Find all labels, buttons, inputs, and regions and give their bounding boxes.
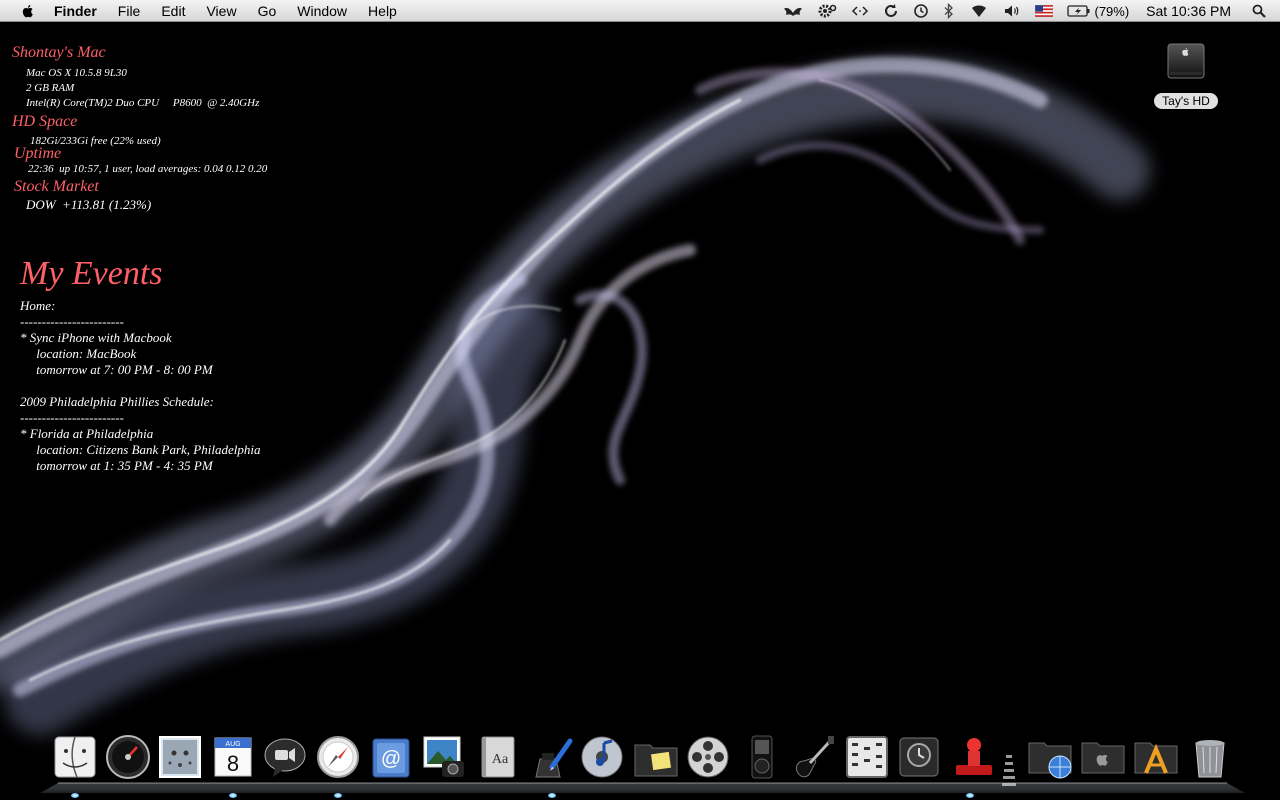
event-line: location: MacBook (20, 346, 137, 361)
stock-heading: Stock Market (14, 178, 99, 195)
finder-icon[interactable] (51, 733, 99, 781)
network-folder-icon[interactable] (1026, 733, 1074, 781)
time-machine-icon[interactable] (895, 733, 943, 781)
event-line: tomorrow at 1: 35 PM - 4: 35 PM (20, 458, 213, 473)
svg-text:Aa: Aa (492, 752, 509, 767)
svg-text:8: 8 (227, 751, 239, 776)
dvd-player-icon[interactable] (684, 733, 732, 781)
bluetooth-icon[interactable] (943, 0, 955, 22)
applications-folder-icon[interactable] (1132, 733, 1180, 781)
apple-menu-icon[interactable] (20, 3, 36, 19)
ipod-icon[interactable] (738, 733, 786, 781)
dashboard-icon[interactable] (104, 733, 152, 781)
menu-go[interactable]: Go (258, 3, 277, 19)
stock-section: Stock Market (14, 178, 99, 196)
event-line: Home: (20, 298, 56, 313)
stamp-app-icon[interactable] (950, 733, 998, 781)
battery-icon[interactable]: (79%) (1067, 0, 1129, 22)
hd-space-heading: HD Space (12, 113, 78, 130)
clock-seconds: 47 (1149, 684, 1165, 698)
menu-bar: Finder File Edit View Go Window Help (79… (0, 0, 1280, 22)
stock-value-box: DOW +113.81 (1.23%) (26, 197, 151, 213)
menu-file[interactable]: File (118, 3, 141, 19)
menu-window[interactable]: Window (297, 3, 347, 19)
event-line: * Sync iPhone with Macbook (20, 330, 172, 345)
apple-folder-icon[interactable] (1079, 733, 1127, 781)
clock-weather: Cloudy, 73 F (1051, 707, 1191, 732)
event-line: tomorrow at 7: 00 PM - 8: 00 PM (20, 362, 213, 377)
mail-icon[interactable]: @ (367, 733, 415, 781)
clock-weekday: Saturday (1044, 604, 1146, 629)
svg-text:@: @ (381, 748, 401, 770)
running-indicator-finder (71, 793, 79, 798)
running-indicator-safari (334, 793, 342, 798)
os-version: Mac OS X 10.5.8 9L30 (26, 67, 127, 79)
desktop-drive[interactable]: Tay's HD (1150, 40, 1222, 110)
menu-view[interactable]: View (206, 3, 236, 19)
menu-help[interactable]: Help (368, 3, 397, 19)
event-line: ------------------------ (20, 314, 124, 329)
drive-label[interactable]: Tay's HD (1154, 93, 1218, 109)
safari-icon[interactable] (314, 733, 362, 781)
dock-separator (1002, 755, 1016, 786)
event-line: * Florida at Philadelphia (20, 426, 154, 441)
us-flag-icon[interactable] (1035, 0, 1054, 22)
code-brackets-icon[interactable] (851, 0, 869, 22)
menu-finder[interactable]: Finder (54, 3, 97, 19)
stickies-folder-icon[interactable] (632, 733, 680, 781)
event-line (20, 378, 290, 394)
event-line: ------------------------ (20, 410, 124, 425)
clock-heading: Today Is (1008, 548, 1181, 596)
system-info-panel: Shontay's Mac (12, 44, 106, 62)
battery-percent: (79%) (1094, 3, 1130, 19)
clock-ampm: PM (1143, 660, 1177, 684)
system-specs: Mac OS X 10.5.8 9L30 2 GB RAM Intel(R) C… (26, 65, 259, 111)
running-indicator-ical (229, 793, 237, 798)
gear-icon[interactable] (817, 0, 837, 22)
bat-icon[interactable] (783, 0, 803, 22)
sync-icon[interactable] (883, 0, 899, 22)
uptime-value: 22:36 up 10:57, 1 user, load averages: 0… (28, 163, 268, 175)
ical-icon[interactable]: AUG 8 (209, 733, 257, 781)
events-panel: My Events Home: ------------------------… (20, 255, 290, 474)
event-line: 2009 Philadelphia Phillies Schedule: (20, 394, 214, 409)
iphoto-icon[interactable] (420, 733, 468, 781)
ram-info: 2 GB RAM (26, 82, 75, 94)
system-preferences-icon[interactable] (843, 733, 891, 781)
script-editor-icon[interactable] (526, 733, 574, 781)
clock-time: 10:36 (1020, 660, 1139, 708)
clock-month: August (1058, 633, 1137, 658)
itunes-icon[interactable] (578, 733, 626, 781)
leopard-photo-icon[interactable] (156, 733, 204, 781)
time-machine-icon[interactable] (913, 0, 929, 22)
uptime-value-box: 22:36 up 10:57, 1 user, load averages: 0… (28, 161, 267, 177)
menubar-clock[interactable]: Sat 10:36 PM (1146, 0, 1231, 22)
event-line: location: Citizens Bank Park, Philadelph… (20, 442, 261, 457)
computer-name: Shontay's Mac (12, 44, 106, 61)
hd-space-section: HD Space (12, 113, 77, 131)
garageband-icon[interactable] (790, 733, 838, 781)
ichat-icon[interactable] (261, 733, 309, 781)
spotlight-search-icon[interactable] (1252, 0, 1266, 22)
running-indicator-stamp (966, 793, 974, 798)
volume-icon[interactable] (1003, 0, 1021, 22)
clock-day: 08 (1154, 596, 1223, 659)
trash-icon[interactable] (1186, 733, 1234, 781)
cpu-info: Intel(R) Core(TM)2 Duo CPU P8600 @ 2.40G… (26, 97, 260, 109)
stock-value: DOW +113.81 (1.23%) (26, 197, 152, 212)
menu-edit[interactable]: Edit (161, 3, 185, 19)
hard-drive-icon[interactable] (1166, 40, 1206, 82)
events-title: My Events (20, 255, 163, 292)
running-indicator-script-editor (548, 793, 556, 798)
svg-text:AUG: AUG (225, 741, 240, 748)
wifi-icon[interactable] (969, 0, 989, 22)
dictionary-icon[interactable]: Aa (474, 733, 522, 781)
